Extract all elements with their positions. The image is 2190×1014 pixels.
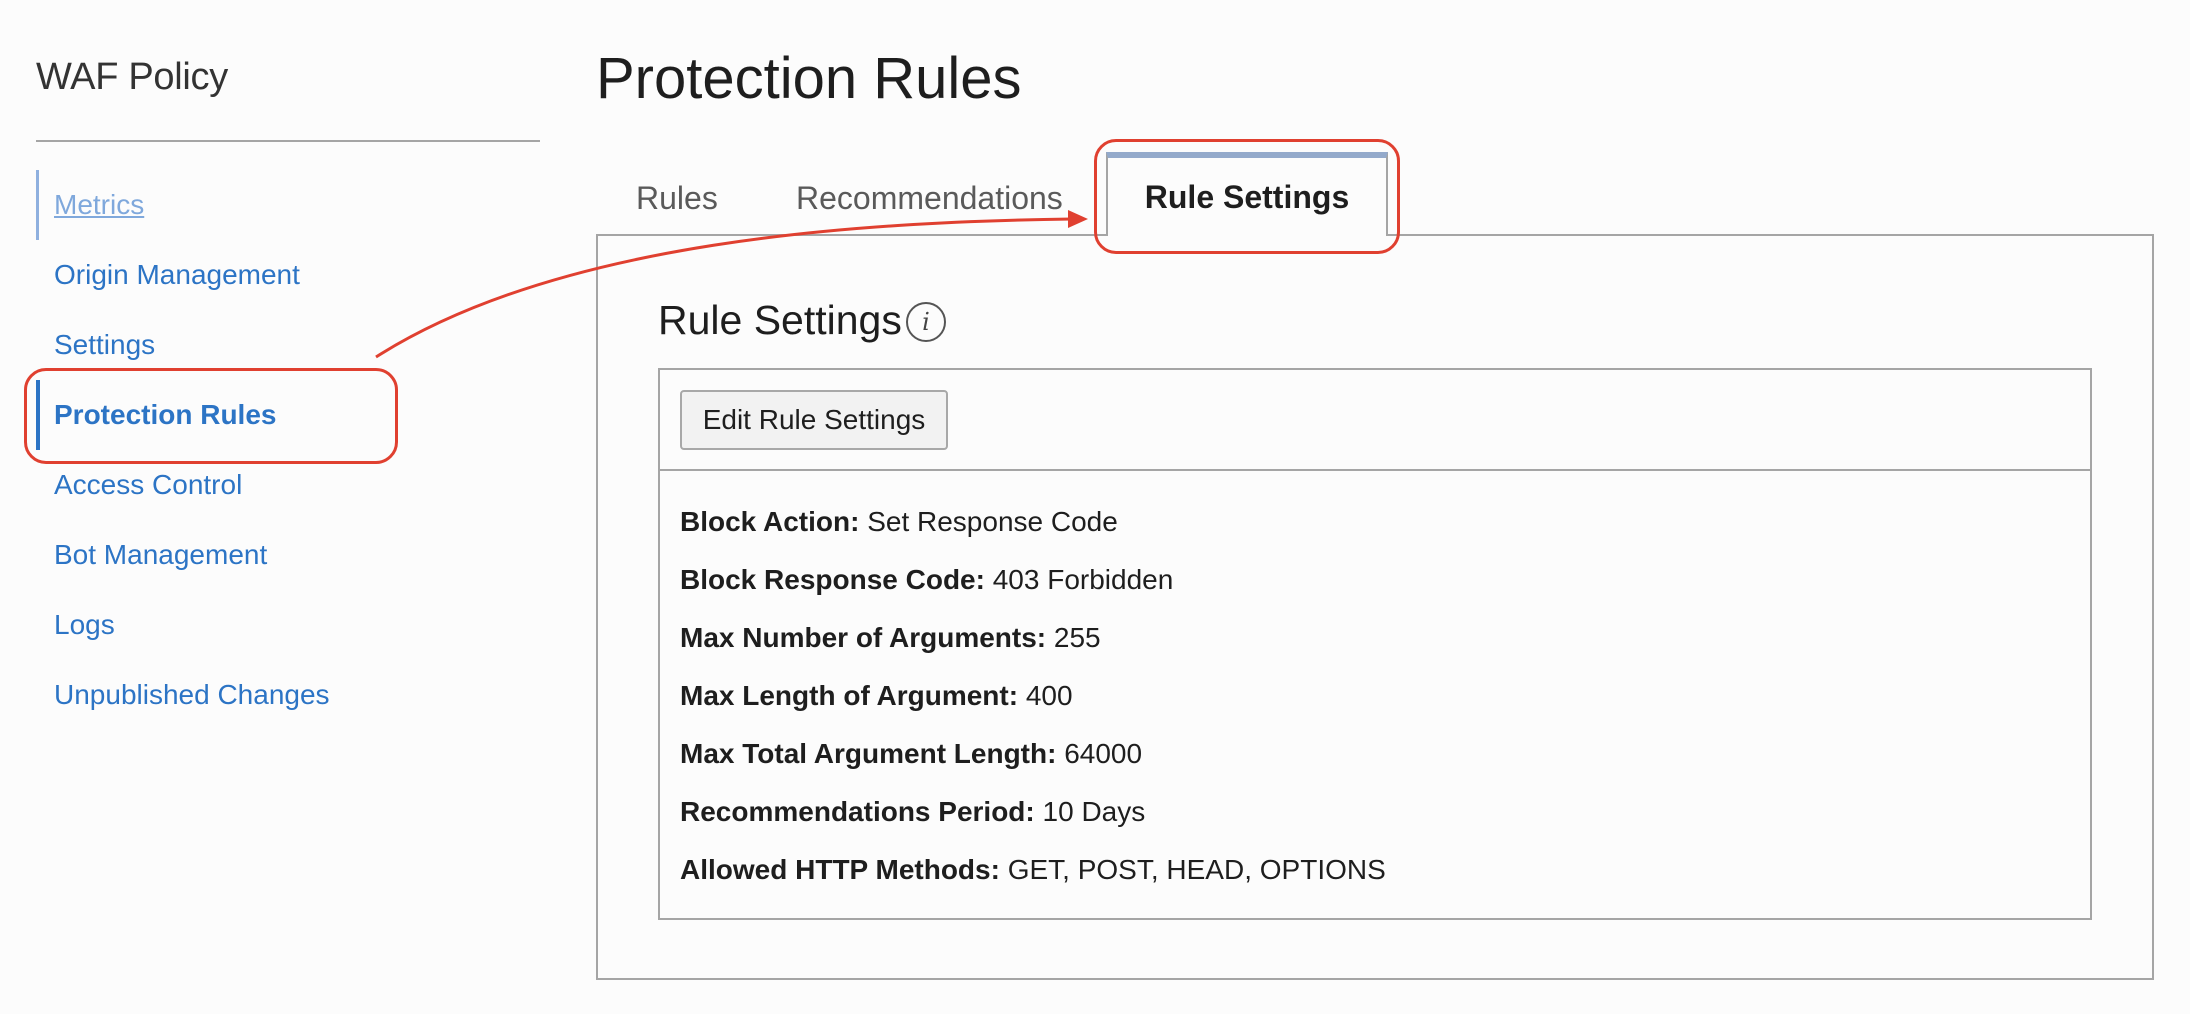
- setting-block-action: Block Action: Set Response Code: [680, 508, 1118, 536]
- setting-value: 10 Days: [1042, 796, 1146, 827]
- edit-rule-settings-button[interactable]: Edit Rule Settings: [680, 390, 948, 450]
- setting-max-length-of-argument: Max Length of Argument: 400: [680, 682, 1073, 710]
- setting-label: Max Total Argument Length:: [680, 738, 1057, 769]
- setting-block-response-code: Block Response Code: 403 Forbidden: [680, 566, 1173, 594]
- setting-value: Set Response Code: [867, 506, 1118, 537]
- sidebar-item-logs[interactable]: Logs: [36, 590, 540, 660]
- sidebar-item-bot-management[interactable]: Bot Management: [36, 520, 540, 590]
- tab-rule-settings[interactable]: Rule Settings: [1106, 152, 1388, 236]
- sidebar-nav: Metrics Origin Management Settings Prote…: [36, 170, 540, 730]
- sidebar-item-protection-rules[interactable]: Protection Rules: [36, 380, 540, 450]
- sidebar-divider: [36, 140, 540, 142]
- sidebar-item-origin-management[interactable]: Origin Management: [36, 240, 540, 310]
- setting-value: 400: [1025, 680, 1073, 711]
- page-title: Protection Rules: [596, 46, 1022, 111]
- sidebar-item-metrics[interactable]: Metrics: [36, 170, 540, 240]
- setting-label: Block Action:: [680, 506, 860, 537]
- annotation-arrow-head: [1068, 210, 1088, 228]
- setting-value: 255: [1053, 622, 1101, 653]
- sidebar-title: WAF Policy: [36, 56, 228, 98]
- setting-label: Max Length of Argument:: [680, 680, 1019, 711]
- sidebar: WAF Policy Metrics Origin Management Set…: [36, 56, 540, 710]
- setting-label: Allowed HTTP Methods:: [680, 854, 1000, 885]
- sidebar-item-access-control[interactable]: Access Control: [36, 450, 540, 520]
- section-title: Rule Settings: [658, 297, 902, 343]
- setting-value: 403 Forbidden: [992, 564, 1174, 595]
- setting-max-number-of-arguments: Max Number of Arguments: 255: [680, 624, 1101, 652]
- tab-rules[interactable]: Rules: [636, 182, 718, 214]
- setting-recommendations-period: Recommendations Period: 10 Days: [680, 798, 1145, 826]
- info-icon[interactable]: i: [906, 302, 946, 342]
- setting-label: Recommendations Period:: [680, 796, 1035, 827]
- sidebar-item-unpublished-changes[interactable]: Unpublished Changes: [36, 660, 540, 730]
- setting-max-total-argument-length: Max Total Argument Length: 64000: [680, 740, 1142, 768]
- setting-label: Max Number of Arguments:: [680, 622, 1047, 653]
- setting-value: GET, POST, HEAD, OPTIONS: [1007, 854, 1386, 885]
- setting-allowed-http-methods: Allowed HTTP Methods: GET, POST, HEAD, O…: [680, 856, 1386, 884]
- setting-label: Block Response Code:: [680, 564, 985, 595]
- setting-value: 64000: [1064, 738, 1143, 769]
- settings-box-divider: [658, 469, 2092, 471]
- sidebar-item-settings[interactable]: Settings: [36, 310, 540, 380]
- tab-recommendations[interactable]: Recommendations: [796, 182, 1063, 214]
